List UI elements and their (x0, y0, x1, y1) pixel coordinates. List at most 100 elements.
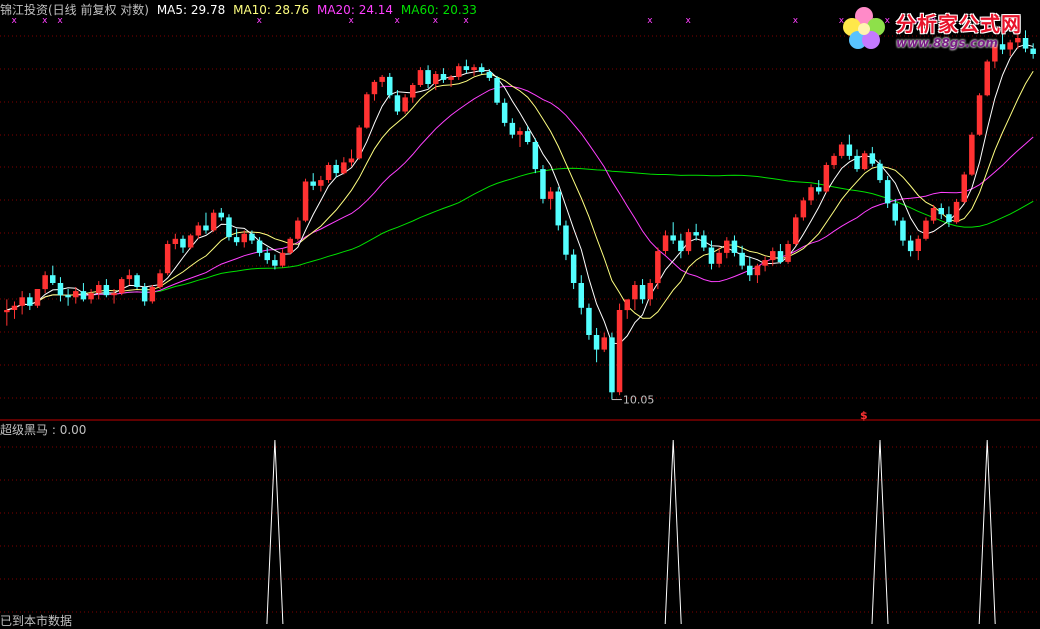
candle-body (433, 74, 439, 84)
candle-body (662, 235, 669, 251)
candle-body (318, 180, 324, 186)
candle-body (930, 208, 937, 221)
candle-body (448, 76, 454, 80)
candle-body (111, 293, 117, 296)
candle-body (287, 238, 293, 253)
candle-body (969, 134, 975, 175)
candle-body (226, 217, 232, 238)
candle-body (387, 76, 393, 96)
candle-body (731, 240, 738, 253)
candle-body (938, 208, 944, 215)
candle-body (846, 144, 853, 156)
indicator-header: 超级黑马 : 0.00 (0, 423, 87, 437)
candle-body (463, 66, 470, 70)
signal-marker: x (647, 16, 653, 26)
candle-body (923, 220, 929, 239)
watermark-logo: 分析家公式网 www.88gs.com (838, 2, 1036, 52)
signal-marker: x (12, 16, 18, 26)
ma60-value: 20.33 (442, 3, 477, 17)
candle-body (141, 287, 148, 302)
flower-logo-icon (843, 7, 885, 49)
signal-marker: x (42, 16, 48, 26)
candle-body (624, 299, 630, 311)
candle-body (471, 67, 477, 71)
chart-header: 锦江投资(日线 前复权 对数) MA5: 29.78 MA10: 28.76 M… (0, 3, 477, 17)
candle-body (341, 162, 347, 174)
candle-body (816, 187, 822, 192)
candle-body (172, 238, 179, 244)
indicator-spike (978, 439, 996, 624)
candle-body (517, 131, 523, 135)
candle-body (126, 275, 133, 280)
annotations: 10.05 $ (611, 394, 868, 422)
candle-body (808, 187, 814, 201)
candle-body (639, 285, 646, 300)
candle-body (96, 285, 102, 294)
candle-body (762, 260, 768, 266)
indicator-spike (266, 439, 284, 624)
candle-body (609, 337, 615, 393)
candle-body (953, 201, 960, 223)
candle-body (670, 235, 676, 241)
candle-body (157, 273, 163, 288)
candle-body (907, 240, 914, 252)
ma10-label: MA10: (233, 3, 271, 17)
candle-body (50, 275, 56, 283)
candle-body (402, 97, 408, 112)
ma5-value: 29.78 (190, 3, 226, 17)
candle-body (547, 191, 554, 199)
ma60-line (6, 167, 1034, 311)
candle-body (195, 225, 202, 236)
candle-body (264, 252, 270, 261)
candle-body (754, 265, 761, 276)
signal-dollar-mark: $ (860, 409, 868, 422)
candle-body (793, 217, 799, 244)
candle-body (180, 238, 186, 248)
candle-body (869, 153, 876, 164)
candle-body (563, 225, 569, 255)
candle-body (88, 293, 94, 300)
candle-body (892, 203, 898, 221)
candle-body (540, 169, 546, 199)
candle-body (325, 165, 332, 180)
candle-body (410, 85, 416, 98)
candle-body (509, 122, 516, 135)
candle-body (724, 240, 730, 253)
candle-body (678, 240, 684, 252)
candle-body (379, 76, 385, 82)
candle-body (747, 265, 753, 276)
candle-body (73, 291, 79, 298)
candle-body (861, 153, 868, 170)
candle-body (210, 212, 217, 231)
candle-body (348, 158, 355, 163)
candle-body (440, 74, 447, 80)
candle-body (555, 191, 561, 226)
ma20-label: MA20: (316, 3, 355, 17)
candle-body (4, 310, 10, 313)
candle-body (249, 233, 255, 241)
ma20-value: 24.14 (358, 3, 394, 17)
candle-body (310, 181, 316, 186)
chart-canvas[interactable]: xxxxxxxxxxxxxxxxxx 10.05 $ (0, 0, 1040, 624)
candle-body (103, 285, 110, 296)
candle-body (417, 70, 424, 85)
candle-body (80, 291, 87, 300)
candlestick-series (4, 30, 1036, 400)
candle-body (701, 235, 707, 248)
candle-body (19, 297, 25, 306)
candle-body (27, 297, 33, 306)
candle-body (394, 95, 401, 112)
candle-body (302, 181, 309, 221)
candle-body (478, 67, 485, 72)
candle-body (831, 155, 837, 166)
candle-body (655, 251, 661, 284)
candle-body (524, 131, 531, 142)
candle-body (486, 72, 493, 78)
bottom-status-text: 已到本市数据 (0, 614, 73, 628)
candle-body (777, 251, 784, 262)
candle-body (57, 283, 64, 296)
candle-body (203, 225, 209, 231)
candle-body (256, 240, 263, 253)
candle-body (333, 165, 339, 174)
candle-body (241, 233, 247, 243)
